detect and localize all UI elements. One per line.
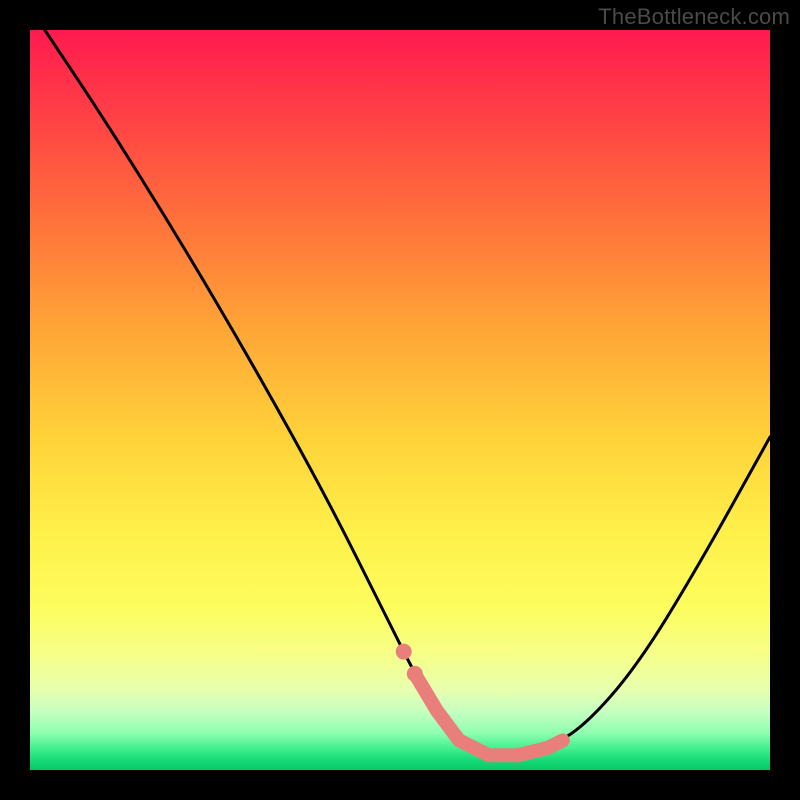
chart-svg: [30, 30, 770, 770]
chart-frame: TheBottleneck.com: [0, 0, 800, 800]
highlight-segment: [415, 674, 563, 755]
highlight-dot-1: [407, 666, 423, 682]
highlight-dot-2: [396, 644, 412, 660]
chart-plot-area: [30, 30, 770, 770]
watermark-label: TheBottleneck.com: [598, 4, 790, 30]
